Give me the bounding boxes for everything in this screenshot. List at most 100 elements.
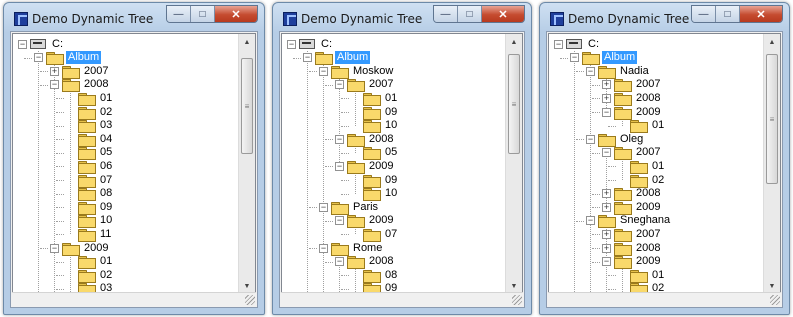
tree-node-label[interactable]: 2007 xyxy=(82,65,110,78)
tree-node[interactable]: − Moskow xyxy=(309,64,395,79)
collapse-minus-icon[interactable]: − xyxy=(335,161,344,171)
scroll-thumb[interactable]: ≡ xyxy=(508,54,520,154)
tree-node-label[interactable]: Oleg xyxy=(618,133,645,146)
collapse-minus-icon[interactable]: − xyxy=(586,66,595,76)
tree-node-label[interactable]: 02 xyxy=(98,106,114,119)
minimize-button[interactable]: — xyxy=(692,6,716,22)
expand-plus-icon[interactable]: + xyxy=(602,93,611,103)
tree-view[interactable]: − C: − Album − Nadia +2007 +2008−2009 01− Oleg −20… xyxy=(548,33,781,296)
tree-window-1[interactable]: Demo Dynamic Tree — □ ✕ − C: − Album +2007−2… xyxy=(3,2,265,315)
tree-node[interactable]: − 2008 xyxy=(325,255,395,270)
collapse-minus-icon[interactable]: − xyxy=(18,39,27,49)
tree-node[interactable]: +2008 xyxy=(592,91,662,106)
tree-node-label[interactable]: C: xyxy=(50,38,65,51)
tree-node-label[interactable]: 02 xyxy=(98,269,114,282)
tree-node-label[interactable]: 07 xyxy=(98,174,114,187)
tree-node[interactable]: − Sneghana xyxy=(576,214,672,229)
tree-node-label[interactable]: 2007 xyxy=(634,146,662,159)
tree-node[interactable]: +2007 xyxy=(40,64,110,79)
tree-node-label[interactable]: 2009 xyxy=(634,255,662,268)
tree-node[interactable]: − 2008 xyxy=(325,132,395,147)
tree-node[interactable]: 01 xyxy=(608,119,666,134)
tree-node[interactable]: − Oleg xyxy=(576,132,645,147)
expand-plus-icon[interactable]: + xyxy=(50,66,59,76)
tree-node[interactable]: 10 xyxy=(341,187,399,202)
collapse-minus-icon[interactable]: − xyxy=(335,257,344,267)
tree-node[interactable]: − C: xyxy=(287,37,334,51)
tree-node[interactable]: − Album xyxy=(560,51,638,66)
tree-node-label[interactable]: C: xyxy=(586,38,601,51)
expand-plus-icon[interactable]: + xyxy=(602,189,611,199)
tree-node-label[interactable]: Album xyxy=(335,51,371,65)
tree-node[interactable]: − 2007 xyxy=(592,146,662,161)
tree-node-label[interactable]: 11 xyxy=(98,228,113,241)
tree-node-label[interactable]: Paris xyxy=(351,201,380,214)
collapse-minus-icon[interactable]: − xyxy=(335,134,344,144)
tree-node[interactable]: − Album xyxy=(293,51,371,66)
collapse-minus-icon[interactable]: − xyxy=(303,53,312,63)
scroll-thumb[interactable]: ≡ xyxy=(766,54,778,184)
maximize-button[interactable]: □ xyxy=(458,6,482,22)
tree-node-label[interactable]: 2008 xyxy=(367,133,395,146)
close-button[interactable]: ✕ xyxy=(740,6,782,22)
tree-node[interactable]: − 2008 xyxy=(40,78,110,93)
collapse-minus-icon[interactable]: − xyxy=(586,134,595,144)
minimize-button[interactable]: — xyxy=(434,6,458,22)
tree-node[interactable]: 01 xyxy=(56,91,114,106)
tree-node-label[interactable]: 2009 xyxy=(634,106,662,119)
tree-node-label[interactable]: 01 xyxy=(650,160,666,173)
tree-node-label[interactable]: 01 xyxy=(650,269,666,282)
tree-node-label[interactable]: 01 xyxy=(650,119,666,132)
close-button[interactable]: ✕ xyxy=(482,6,524,22)
tree-node-label[interactable]: 07 xyxy=(383,228,399,241)
tree-node[interactable]: 01 xyxy=(56,255,114,270)
collapse-minus-icon[interactable]: − xyxy=(554,39,563,49)
tree-node-label[interactable]: 05 xyxy=(383,146,399,159)
collapse-minus-icon[interactable]: − xyxy=(586,216,595,226)
tree-node-label[interactable]: Album xyxy=(602,51,638,65)
tree-node[interactable]: 09 xyxy=(341,173,399,188)
tree-node[interactable]: 07 xyxy=(56,173,114,188)
tree-node-label[interactable]: 10 xyxy=(98,214,114,227)
tree-node[interactable]: 09 xyxy=(56,200,114,215)
tree-node[interactable]: − Rome xyxy=(309,241,384,256)
tree-node[interactable]: 01 xyxy=(608,159,666,174)
collapse-minus-icon[interactable]: − xyxy=(34,53,43,63)
tree-node-label[interactable]: 09 xyxy=(383,106,399,119)
tree-node-label[interactable]: 2009 xyxy=(634,201,662,214)
close-button[interactable]: ✕ xyxy=(215,6,257,22)
tree-node[interactable]: − 2009 xyxy=(325,159,395,174)
expand-plus-icon[interactable]: + xyxy=(602,80,611,90)
tree-node-label[interactable]: 08 xyxy=(98,187,114,200)
tree-node-label[interactable]: Sneghana xyxy=(618,214,672,227)
tree-node[interactable]: 02 xyxy=(608,173,666,188)
tree-node-label[interactable]: 01 xyxy=(98,255,114,268)
tree-view[interactable]: − C: − Album +2007−2008 01 02 03 04 05 06 07 08 09 10 1… xyxy=(12,33,256,296)
tree-node[interactable]: 03 xyxy=(56,119,114,134)
tree-node[interactable]: − 2009 xyxy=(40,241,110,256)
collapse-minus-icon[interactable]: − xyxy=(319,202,328,212)
expand-plus-icon[interactable]: + xyxy=(602,202,611,212)
tree-node[interactable]: − 2009 xyxy=(592,255,662,270)
tree-node[interactable]: − C: xyxy=(18,37,65,51)
tree-node[interactable]: 07 xyxy=(341,227,399,242)
tree-node[interactable]: +2007 xyxy=(592,227,662,242)
tree-node[interactable]: 08 xyxy=(56,187,114,202)
tree-node-label[interactable]: Moskow xyxy=(351,65,395,78)
collapse-minus-icon[interactable]: − xyxy=(335,80,344,90)
tree-node[interactable]: 06 xyxy=(56,159,114,174)
tree-node-label[interactable]: 2009 xyxy=(82,242,110,255)
tree-node-label[interactable]: 08 xyxy=(383,269,399,282)
tree-node[interactable]: +2008 xyxy=(592,241,662,256)
tree-node-label[interactable]: 2007 xyxy=(634,228,662,241)
tree-node-label[interactable]: Nadia xyxy=(618,65,651,78)
title-bar[interactable]: Demo Dynamic Tree — □ ✕ xyxy=(4,3,264,31)
title-bar[interactable]: Demo Dynamic Tree — □ ✕ xyxy=(273,3,531,31)
tree-node[interactable]: − Paris xyxy=(309,200,380,215)
scroll-up-arrow-icon[interactable]: ▲ xyxy=(764,34,780,51)
tree-view[interactable]: − C: − Album − Moskow −2007 01 09 10−2008 05−2009 0… xyxy=(281,33,523,296)
tree-node-label[interactable]: 04 xyxy=(98,133,114,146)
tree-node[interactable]: − Nadia xyxy=(576,64,651,79)
collapse-minus-icon[interactable]: − xyxy=(50,243,59,253)
tree-node-label[interactable]: 10 xyxy=(383,187,399,200)
